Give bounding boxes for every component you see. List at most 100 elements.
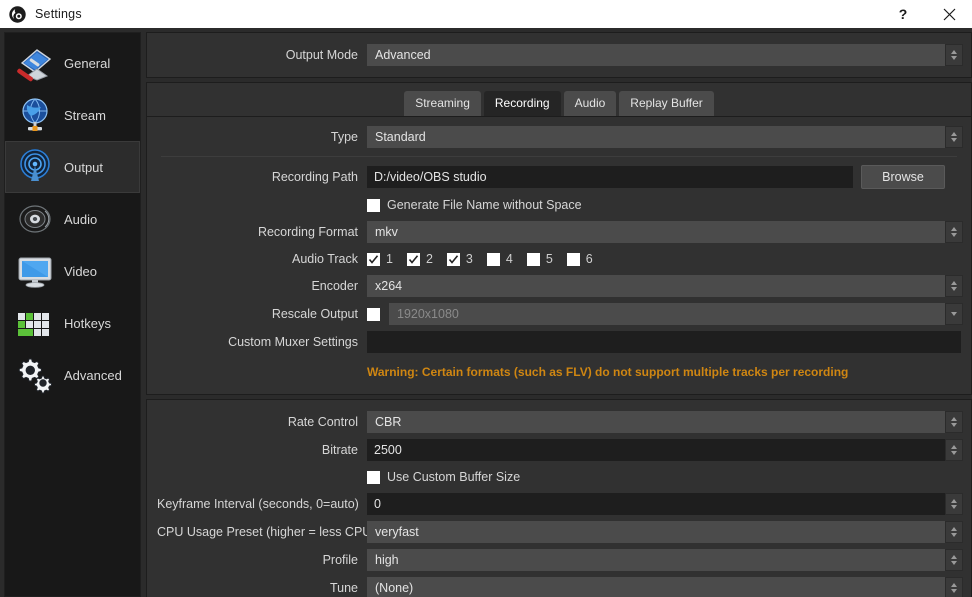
sidebar-item-label: Advanced: [64, 367, 122, 383]
rate-control-spinner[interactable]: [945, 411, 963, 433]
audio-track-1-checkbox[interactable]: [367, 252, 380, 266]
bitrate-row: Bitrate 2500: [147, 436, 971, 464]
audio-track-1[interactable]: 1: [367, 252, 393, 266]
bitrate-input[interactable]: 2500: [367, 439, 945, 461]
output-mode-field: Advanced: [367, 44, 963, 66]
profile-select[interactable]: high: [367, 549, 945, 571]
section-divider: [161, 156, 957, 157]
generate-name-field: Generate File Name without Space: [367, 198, 945, 212]
bitrate-spinner[interactable]: [945, 439, 963, 461]
type-label: Type: [330, 130, 358, 144]
tab-streaming[interactable]: Streaming: [404, 91, 481, 116]
sidebar-item-audio[interactable]: Audio: [5, 193, 140, 245]
profile-row: Profile high: [147, 546, 971, 574]
type-select[interactable]: Standard: [367, 126, 945, 148]
recording-path-input[interactable]: D:/video/OBS studio: [367, 166, 853, 188]
sidebar-item-advanced[interactable]: Advanced: [5, 349, 140, 401]
recording-path-label: Recording Path: [271, 170, 358, 184]
output-mode-combo-wrap: Advanced: [367, 44, 963, 66]
chevron-up-icon: [951, 417, 957, 421]
recording-format-spinner[interactable]: [945, 221, 963, 243]
encoder-select[interactable]: x264: [367, 275, 945, 297]
chevron-down-icon: [951, 561, 957, 565]
audio-track-row: Audio Track 1 2 3 4 5 6: [147, 246, 971, 272]
chevron-down-icon: [951, 233, 957, 237]
sidebar-item-video[interactable]: Video: [5, 245, 140, 297]
format-warning-text: Warning: Certain formats (such as FLV) d…: [367, 365, 849, 379]
audio-track-4[interactable]: 4: [486, 252, 513, 266]
type-spinner[interactable]: [945, 126, 963, 148]
audio-track-3[interactable]: 3: [446, 252, 473, 266]
tune-spinner[interactable]: [945, 577, 963, 597]
audio-track-2-checkbox[interactable]: [406, 252, 420, 266]
recording-format-combo-wrap: mkv: [367, 221, 963, 243]
audio-track-3-checkbox[interactable]: [446, 252, 460, 266]
title-bar: Settings ?: [0, 0, 972, 28]
tab-recording[interactable]: Recording: [483, 91, 561, 116]
custom-buffer-checkbox[interactable]: [367, 470, 380, 484]
audio-track-4-checkbox[interactable]: [486, 252, 500, 266]
tab-audio[interactable]: Audio: [563, 91, 617, 116]
audio-track-6-checkbox[interactable]: [566, 252, 580, 266]
generate-name-checkbox[interactable]: [367, 198, 380, 212]
tab-replay-buffer[interactable]: Replay Buffer: [619, 91, 714, 116]
cpu-preset-spinner[interactable]: [945, 521, 963, 543]
custom-muxer-input[interactable]: [367, 331, 961, 353]
output-mode-select[interactable]: Advanced: [367, 44, 945, 66]
chevron-up-icon: [951, 555, 957, 559]
keyframe-interval-spinner[interactable]: [945, 493, 963, 515]
rate-control-row: Rate Control CBR: [147, 408, 971, 436]
audio-track-2[interactable]: 2: [406, 252, 433, 266]
sidebar-item-stream[interactable]: Stream: [5, 89, 140, 141]
stream-icon: [14, 94, 56, 136]
close-icon[interactable]: [926, 0, 972, 28]
audio-track-5[interactable]: 5: [526, 252, 553, 266]
encoder-row: Encoder x264: [147, 272, 971, 300]
encoder-combo-wrap: x264: [367, 275, 963, 297]
type-row: Type Standard: [147, 123, 971, 151]
tune-label: Tune: [329, 581, 358, 595]
cpu-preset-combo-wrap: veryfast: [367, 521, 963, 543]
browse-button[interactable]: Browse: [861, 165, 945, 189]
sidebar-item-label: Output: [64, 159, 104, 175]
custom-buffer-row: Use Custom Buffer Size: [147, 464, 971, 490]
audio-track-6[interactable]: 6: [566, 252, 593, 266]
cpu-preset-select[interactable]: veryfast: [367, 521, 945, 543]
tab-label: Recording: [494, 96, 550, 110]
chevron-down-icon: [951, 287, 957, 291]
recording-format-field: mkv: [367, 221, 963, 243]
output-mode-row: Output Mode Advanced: [147, 41, 971, 69]
chevron-down-icon: [951, 533, 957, 537]
keyframe-interval-label: Keyframe Interval (seconds, 0=auto): [157, 497, 359, 511]
rate-control-select[interactable]: CBR: [367, 411, 945, 433]
chevron-up-icon: [951, 281, 957, 285]
output-mode-spinner[interactable]: [945, 44, 963, 66]
keyframe-interval-input[interactable]: 0: [367, 493, 945, 515]
sidebar-item-label: Stream: [64, 107, 106, 123]
rate-control-label: Rate Control: [287, 415, 358, 429]
audio-track-group: 1 2 3 4 5 6: [367, 252, 607, 266]
help-icon[interactable]: ?: [880, 0, 926, 28]
sidebar-item-hotkeys[interactable]: Hotkeys: [5, 297, 140, 349]
rescale-output-label: Rescale Output: [271, 307, 358, 321]
recording-format-select[interactable]: mkv: [367, 221, 945, 243]
custom-buffer-label: Use Custom Buffer Size: [387, 470, 521, 484]
sidebar-item-output[interactable]: Output: [5, 141, 140, 193]
custom-muxer-field: [367, 331, 961, 353]
profile-value: high: [375, 553, 399, 567]
custom-buffer-checkbox-row[interactable]: Use Custom Buffer Size: [367, 470, 520, 484]
sidebar-item-general[interactable]: General: [5, 37, 140, 89]
recording-format-value: mkv: [375, 225, 398, 239]
chevron-up-icon: [951, 50, 957, 54]
recording-panel: Type Standard Recording Path D:/video/OB…: [147, 116, 971, 394]
chevron-down-icon: [951, 138, 957, 142]
tab-label: Replay Buffer: [630, 96, 703, 110]
audio-track-5-checkbox[interactable]: [526, 252, 540, 266]
generate-name-checkbox-row[interactable]: Generate File Name without Space: [367, 198, 582, 212]
rescale-output-checkbox[interactable]: [367, 307, 380, 321]
encoder-spinner[interactable]: [945, 275, 963, 297]
profile-spinner[interactable]: [945, 549, 963, 571]
tune-select[interactable]: (None): [367, 577, 945, 597]
general-icon: [14, 42, 56, 84]
cpu-preset-value: veryfast: [375, 525, 419, 539]
